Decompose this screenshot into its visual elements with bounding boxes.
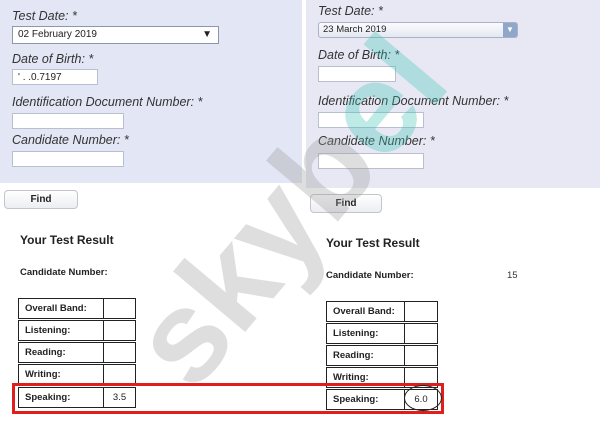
test-date-select[interactable]: 23 March 2019 ▼: [318, 22, 518, 38]
candidate-number-result-label: Candidate Number:: [326, 270, 414, 281]
dob-label: Date of Birth: *: [12, 52, 94, 66]
result-row-value: [404, 301, 438, 322]
right-form-panel: Test Date: * 23 March 2019 ▼ Date of Bir…: [306, 0, 600, 188]
dropdown-arrow-icon: ▼: [503, 23, 517, 37]
result-row-value: [103, 342, 136, 363]
result-row-label: Listening:: [18, 320, 104, 341]
result-row-value: [404, 323, 438, 344]
find-button[interactable]: Find: [4, 190, 78, 209]
dob-input[interactable]: ' . .0.7197: [12, 69, 98, 85]
result-row-label: Listening:: [326, 323, 405, 344]
result-row-value: [103, 298, 136, 319]
dob-label: Date of Birth: *: [318, 48, 400, 62]
dob-value: ' . .0.7197: [18, 72, 62, 83]
test-date-select[interactable]: 02 February 2019 ▼: [12, 26, 219, 44]
dob-input[interactable]: [318, 66, 396, 82]
result-row-label: Reading:: [326, 345, 405, 366]
result-row-label: Reading:: [18, 342, 104, 363]
candidate-number-label: Candidate Number: *: [318, 134, 435, 148]
id-document-input[interactable]: [12, 113, 124, 129]
id-document-input[interactable]: [318, 112, 424, 128]
result-title: Your Test Result: [326, 236, 420, 250]
result-row-value: [103, 364, 136, 385]
candidate-number-input[interactable]: [12, 151, 124, 167]
result-row-label: Overall Band:: [18, 298, 104, 319]
test-date-value: 23 March 2019: [323, 24, 387, 35]
test-date-value: 02 February 2019: [18, 29, 97, 40]
score-circle-annotation: [404, 385, 442, 411]
test-date-label: Test Date: *: [12, 9, 77, 23]
result-row-label: Overall Band:: [326, 301, 405, 322]
candidate-number-result-label: Candidate Number:: [20, 267, 108, 278]
speaking-highlight-box: [12, 383, 444, 414]
test-date-label: Test Date: *: [318, 4, 383, 18]
dropdown-arrow-icon: ▼: [202, 29, 212, 40]
result-row-value: [103, 320, 136, 341]
candidate-number-input[interactable]: [318, 153, 424, 169]
result-row-label: Writing:: [18, 364, 104, 385]
candidate-number-label: Candidate Number: *: [12, 133, 129, 147]
candidate-number-value: 15: [507, 270, 518, 281]
find-button[interactable]: Find: [310, 194, 382, 213]
result-title: Your Test Result: [20, 233, 114, 247]
id-document-label: Identification Document Number: *: [318, 94, 509, 108]
id-document-label: Identification Document Number: *: [12, 95, 203, 109]
left-form-panel: Test Date: * 02 February 2019 ▼ Date of …: [0, 0, 302, 183]
result-row-value: [404, 345, 438, 366]
